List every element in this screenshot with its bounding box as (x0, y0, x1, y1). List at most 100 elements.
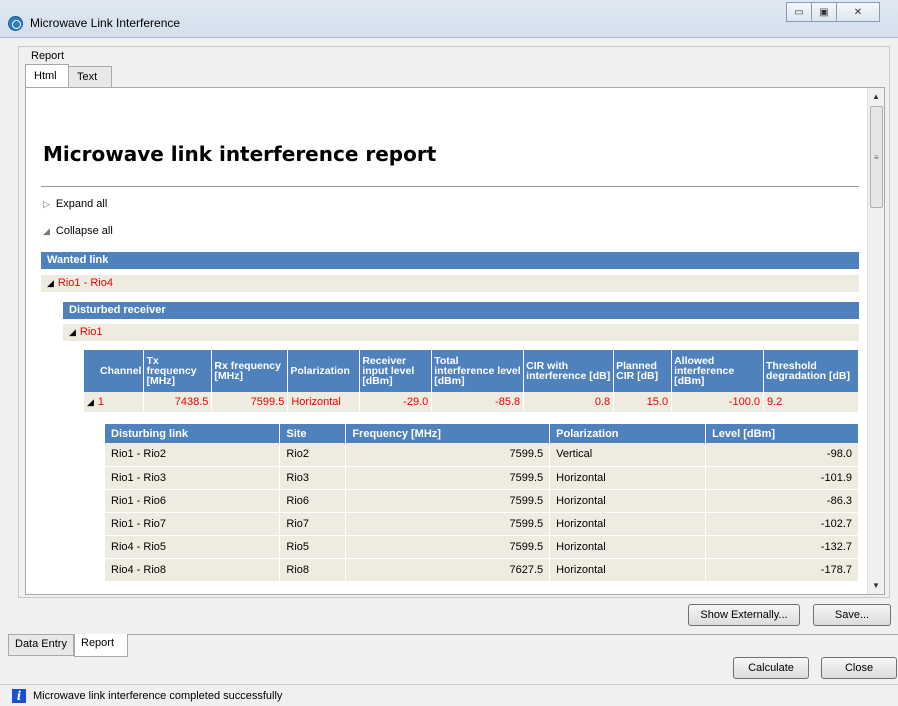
grip-icon: ≡ (874, 153, 879, 162)
tab-data-entry-label: Data Entry (15, 638, 67, 650)
col-header: Polarization (287, 350, 361, 392)
level-cell: -101.9 (705, 466, 859, 490)
scroll-up-icon[interactable]: ▲ (872, 92, 880, 101)
col-header: Receiver input level [dBm] (359, 350, 433, 392)
scroll-down-icon[interactable]: ▼ (872, 581, 880, 590)
level-cell: -86.3 (705, 489, 859, 513)
polarization-cell: Horizontal (549, 512, 707, 536)
close-window-button[interactable]: ✕ (836, 2, 880, 22)
col-header: Allowed interference [dBm] (671, 350, 764, 392)
expand-all-link[interactable]: ▷ Expand all (43, 198, 107, 210)
frequency-cell: 7599.5 (345, 535, 551, 559)
col-header: Total interference level [dBm] (431, 350, 525, 392)
site-cell: Rio6 (279, 489, 347, 513)
maximize-button[interactable]: ▣ (811, 2, 837, 22)
channel-row[interactable]: ◢ 1 7438.5 7599.5 Horizontal -29.0 -85.8 … (84, 392, 859, 412)
scrollbar-thumb[interactable]: ≡ (870, 106, 883, 208)
calculate-button[interactable]: Calculate (733, 657, 809, 679)
tab-data-entry[interactable]: Data Entry (8, 635, 74, 656)
status-bar: i Microwave link interference completed … (0, 684, 898, 706)
tab-text[interactable]: Text (68, 66, 112, 88)
collapse-triangle-icon: ◢ (43, 226, 50, 236)
polarization-cell: Vertical (549, 443, 707, 467)
close-button[interactable]: Close (821, 657, 897, 679)
site-cell: Rio2 (279, 443, 347, 467)
allowed-interference-cell: -100.0 (671, 392, 764, 412)
close-icon: ✕ (853, 6, 863, 18)
wanted-link-row[interactable]: ◢ Rio1 - Rio4 (41, 275, 859, 292)
bottom-tab-divider (8, 634, 898, 635)
status-text: Microwave link interference completed su… (33, 690, 283, 702)
disturbed-receiver-value: Rio1 (79, 326, 103, 338)
info-icon: i (12, 689, 26, 703)
site-cell: Rio3 (279, 466, 347, 490)
save-button[interactable]: Save... (813, 604, 891, 626)
table-row[interactable]: Rio1 - Rio7 Rio7 7599.5 Horizontal -102.… (105, 512, 859, 536)
html-report-pane[interactable]: Microwave link interference report ▷ Expa… (25, 87, 885, 595)
collapse-triangle-icon: ◢ (47, 278, 54, 288)
polarization-cell: Horizontal (549, 535, 707, 559)
tab-report[interactable]: Report (74, 634, 128, 657)
planned-cir-cell: 15.0 (613, 392, 673, 412)
frequency-cell: 7599.5 (345, 466, 551, 490)
report-title: Microwave link interference report (43, 142, 437, 166)
rx-level-cell: -29.0 (359, 392, 433, 412)
site-cell: Rio8 (279, 558, 347, 582)
polarization-cell: Horizontal (549, 489, 707, 513)
frequency-cell: 7599.5 (345, 443, 551, 467)
frequency-cell: 7627.5 (345, 558, 551, 582)
cir-cell: 0.8 (523, 392, 615, 412)
table-row[interactable]: Rio1 - Rio2 Rio2 7599.5 Vertical -98.0 (105, 443, 859, 467)
level-cell: -132.7 (705, 535, 859, 559)
site-cell: Rio7 (279, 512, 347, 536)
polarization-cell: Horizontal (287, 392, 361, 412)
minimize-button[interactable]: ▭ (786, 2, 812, 22)
disturbing-link-cell: Rio1 - Rio6 (105, 489, 281, 513)
table-row[interactable]: Rio1 - Rio6 Rio6 7599.5 Horizontal -86.3 (105, 489, 859, 513)
site-cell: Rio5 (279, 535, 347, 559)
tab-html[interactable]: Html (25, 64, 69, 87)
show-externally-button[interactable]: Show Externally... (688, 604, 800, 626)
wanted-link-value: Rio1 - Rio4 (57, 277, 113, 289)
maximize-icon: ▣ (819, 6, 829, 18)
title-divider (41, 186, 859, 187)
channel-value: 1 (97, 396, 105, 408)
disturbing-links-table: Disturbing link Site Frequency [MHz] Pol… (105, 424, 859, 582)
disturbing-table-header: Disturbing link Site Frequency [MHz] Pol… (105, 424, 859, 443)
tab-text-label: Text (77, 71, 98, 83)
col-header: Disturbing link (105, 424, 281, 443)
table-row[interactable]: Rio4 - Rio5 Rio5 7599.5 Horizontal -132.… (105, 535, 859, 559)
level-cell: -178.7 (705, 558, 859, 582)
expand-all-label: Expand all (55, 198, 108, 210)
level-cell: -102.7 (705, 512, 859, 536)
polarization-cell: Horizontal (549, 466, 707, 490)
collapse-all-label: Collapse all (55, 225, 113, 237)
disturbed-receiver-header: Disturbed receiver (63, 302, 859, 319)
total-interference-cell: -85.8 (431, 392, 525, 412)
col-header: Frequency [MHz] (345, 424, 551, 443)
tab-report-label: Report (81, 637, 115, 649)
channel-table: Channel Tx frequency [MHz] Rx frequency … (84, 350, 859, 412)
disturbing-link-cell: Rio1 - Rio3 (105, 466, 281, 490)
collapse-triangle-icon: ◢ (87, 397, 94, 407)
expand-triangle-icon: ▷ (43, 199, 50, 209)
vertical-scrollbar[interactable]: ▲ ≡ ▼ (867, 88, 884, 594)
table-row[interactable]: Rio4 - Rio8 Rio8 7627.5 Horizontal -178.… (105, 558, 859, 582)
collapse-triangle-icon: ◢ (69, 327, 76, 337)
report-group-label: Report (31, 50, 65, 62)
table-row[interactable]: Rio1 - Rio3 Rio3 7599.5 Horizontal -101.… (105, 466, 859, 490)
threshold-degradation-cell: 9.2 (763, 392, 859, 412)
collapse-all-link[interactable]: ◢ Collapse all (43, 225, 113, 237)
tab-html-label: Html (34, 70, 57, 82)
col-header: Tx frequency [MHz] (143, 350, 213, 392)
rx-frequency-cell: 7599.5 (211, 392, 289, 412)
col-header: Polarization (549, 424, 707, 443)
disturbing-link-cell: Rio4 - Rio8 (105, 558, 281, 582)
tx-frequency-cell: 7438.5 (143, 392, 213, 412)
title-bar: Microwave Link Interference ▭ ▣ ✕ (0, 0, 898, 38)
col-header: Site (279, 424, 347, 443)
wanted-link-header: Wanted link (41, 252, 859, 269)
col-header: Planned CIR [dB] (613, 350, 673, 392)
col-header: Rx frequency [MHz] (211, 350, 289, 392)
disturbed-receiver-row[interactable]: ◢ Rio1 (63, 324, 859, 341)
